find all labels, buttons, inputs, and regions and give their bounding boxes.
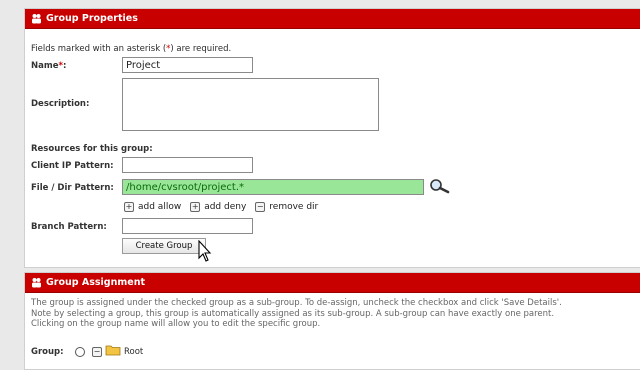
group-properties-panel: Group Properties Fields marked with an a… <box>24 8 640 268</box>
group-icon <box>31 13 42 24</box>
group-assignment-title: Group Assignment <box>46 277 146 288</box>
minus-icon: − <box>255 202 266 212</box>
minus-icon[interactable]: − <box>92 346 102 357</box>
branch-field[interactable] <box>122 218 253 234</box>
create-group-button[interactable]: Create Group <box>122 238 206 254</box>
client-ip-label: Client IP Pattern: <box>31 161 114 171</box>
group-properties-header: Group Properties <box>25 9 640 29</box>
plus-icon: + <box>124 202 134 212</box>
file-dir-field[interactable] <box>122 179 424 195</box>
client-ip-field[interactable] <box>122 157 253 173</box>
group-properties-title: Group Properties <box>46 13 138 24</box>
tree-node-root[interactable]: Root <box>124 347 143 357</box>
name-field[interactable] <box>122 57 253 73</box>
description-label: Description: <box>31 99 90 109</box>
name-label: Name*: <box>31 61 67 71</box>
root-radio[interactable] <box>75 346 85 357</box>
remove-dir-link[interactable]: − remove dir <box>255 202 318 212</box>
add-deny-link[interactable]: + add deny <box>190 202 246 212</box>
required-note: Fields marked with an asterisk (*) are r… <box>31 44 232 54</box>
group-icon <box>31 277 42 288</box>
pattern-actions: + add allow + add deny − remove dir <box>124 202 318 212</box>
assignment-line-1: The group is assigned under the checked … <box>31 298 562 308</box>
description-field[interactable] <box>122 78 379 131</box>
assignment-line-2: Note by selecting a group, this group is… <box>31 308 555 319</box>
plus-icon: + <box>190 202 201 212</box>
cursor-icon <box>198 239 212 267</box>
group-label: Group: <box>31 347 64 357</box>
folder-icon <box>105 344 121 359</box>
add-allow-link[interactable]: + add allow <box>124 202 181 212</box>
assignment-line-3: Clicking on the group name will allow yo… <box>31 319 321 329</box>
group-tree: − Root <box>75 344 143 359</box>
assignment-description: The group is assigned under the checked … <box>31 298 637 330</box>
group-assignment-header: Group Assignment <box>25 273 640 293</box>
search-icon[interactable] <box>429 178 451 197</box>
resources-heading: Resources for this group: <box>31 144 153 154</box>
file-dir-label: File / Dir Pattern: <box>31 183 114 193</box>
branch-label: Branch Pattern: <box>31 222 107 232</box>
group-assignment-panel: Group Assignment The group is assigned u… <box>24 272 640 370</box>
